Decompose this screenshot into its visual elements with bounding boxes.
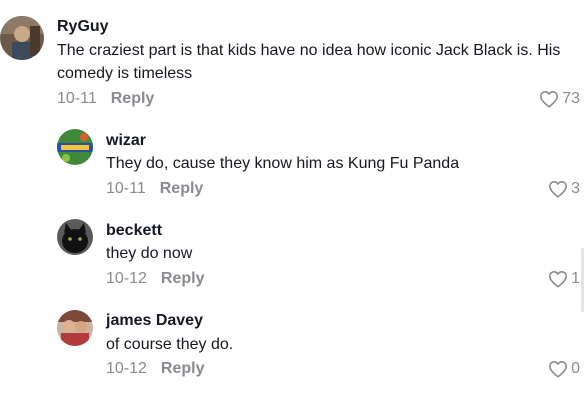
heart-outline-icon: [549, 180, 568, 198]
username[interactable]: wizar: [106, 131, 146, 151]
comment-meta: 10-11 Reply: [106, 179, 203, 199]
like-button[interactable]: 1: [548, 269, 580, 289]
comment-text: They do, cause they know him as Kung Fu …: [106, 155, 460, 172]
comment-text: of course they do.: [106, 336, 234, 353]
like-count: 0: [571, 360, 580, 377]
reply-button[interactable]: Reply: [111, 90, 155, 107]
heart-outline-icon: [549, 270, 568, 288]
reply-button[interactable]: Reply: [161, 360, 205, 377]
avatar-ryguy[interactable]: [0, 16, 44, 60]
comment-date: 10-11: [57, 90, 97, 107]
avatar-james[interactable]: [57, 310, 93, 346]
reply-button[interactable]: Reply: [161, 270, 205, 287]
heart-outline-icon: [549, 360, 568, 378]
like-count: 73: [562, 90, 580, 107]
avatar-wizar[interactable]: [57, 129, 93, 165]
comment-text: they do now: [106, 245, 193, 262]
comment-meta: 10-11 Reply: [57, 89, 154, 109]
username[interactable]: beckett: [106, 221, 162, 241]
username[interactable]: RyGuy: [57, 17, 109, 37]
like-count: 1: [571, 270, 580, 287]
comment-meta: 10-12 Reply: [106, 269, 205, 289]
comment-text: The craziest part is that kids have no i…: [57, 42, 561, 82]
like-button[interactable]: 3: [548, 179, 580, 199]
comment-date: 10-12: [106, 270, 147, 287]
reply-button[interactable]: Reply: [160, 180, 204, 197]
like-count: 3: [571, 180, 580, 197]
username[interactable]: james Davey: [106, 311, 203, 331]
like-button[interactable]: 73: [539, 89, 580, 109]
comment-date: 10-12: [106, 360, 147, 377]
like-button[interactable]: 0: [548, 359, 580, 379]
avatar-black-cat[interactable]: [57, 219, 93, 255]
comment-meta: 10-12 Reply: [106, 359, 205, 379]
comment-date: 10-11: [106, 180, 146, 197]
heart-outline-icon: [540, 90, 559, 108]
